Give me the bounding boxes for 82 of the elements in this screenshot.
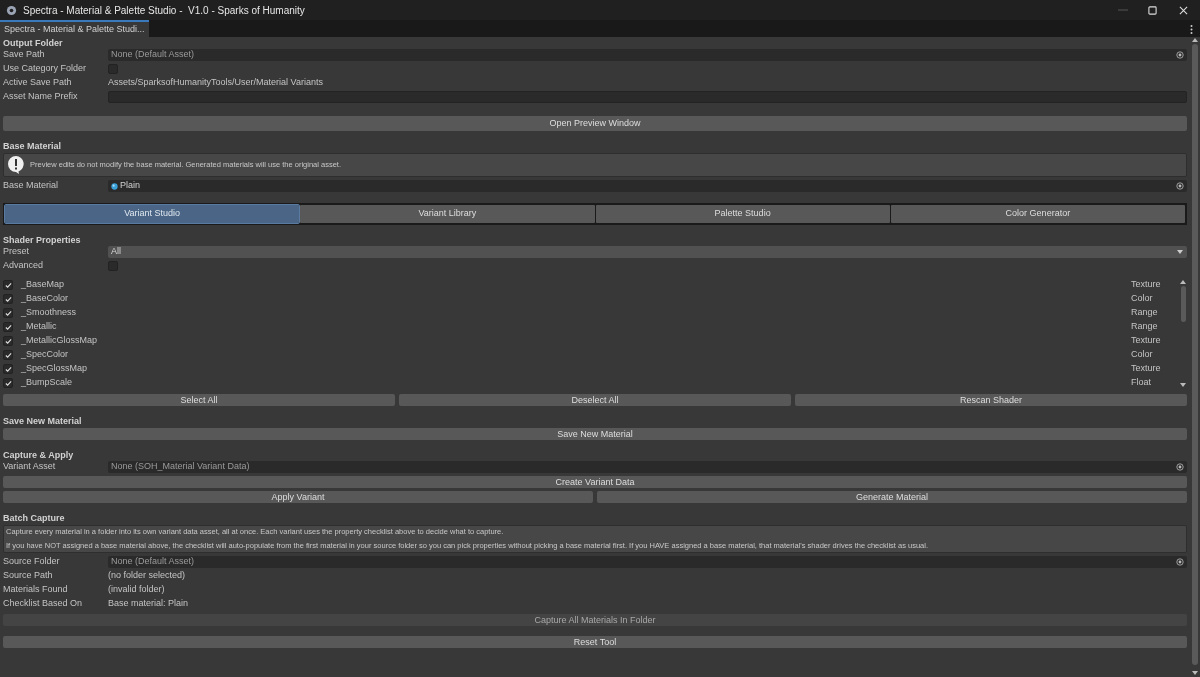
dropdown-arrow-icon (1177, 250, 1183, 254)
object-picker-icon[interactable] (1176, 558, 1184, 566)
property-type: Color (1131, 292, 1154, 306)
property-name: _BaseMap (21, 278, 66, 292)
property-name: _SpecColor (21, 348, 70, 362)
tab[interactable]: Variant Studio (5, 205, 300, 223)
checkbox[interactable] (3, 336, 13, 346)
field-label: Use Category Folder (3, 62, 88, 76)
close-icon[interactable] (1179, 5, 1188, 15)
checkbox[interactable] (3, 378, 13, 388)
checkbox[interactable] (3, 280, 13, 290)
property-type: Color (1131, 348, 1154, 362)
property-type: Texture (1131, 334, 1162, 348)
field-label: Base Material (3, 179, 60, 193)
button[interactable]: Deselect All (399, 394, 791, 406)
tab[interactable]: Variant Library (300, 205, 595, 223)
object-picker-icon[interactable] (1176, 51, 1184, 59)
field-label: Advanced (3, 259, 45, 273)
checkbox[interactable] (3, 294, 13, 304)
section-heading: Base Material (3, 141, 62, 151)
property-type: Texture (1131, 278, 1162, 292)
object-field[interactable]: None (SOH_Material Variant Data) (108, 461, 1187, 473)
button[interactable]: Select All (3, 394, 395, 406)
button[interactable]: Apply Variant (3, 491, 593, 503)
button[interactable]: Create Variant Data (3, 476, 1187, 488)
property-name: _Smoothness (21, 306, 78, 320)
scroll-down-icon[interactable] (1180, 383, 1186, 387)
window-title: Spectra - Material & Palette Studio - V1.0 - Sparks of Humanity (23, 3, 305, 18)
property-name: _BumpScale (21, 376, 74, 390)
section-heading: Batch Capture (3, 513, 65, 523)
field-value: (invalid folder) (108, 583, 165, 597)
checkbox[interactable] (3, 308, 13, 318)
section-heading: Output Folder (3, 38, 63, 48)
property-name: _Metallic (21, 320, 58, 334)
tab[interactable]: Palette Studio (595, 205, 890, 223)
property-name: _MetallicGlossMap (21, 334, 99, 348)
property-type: Range (1131, 320, 1159, 334)
scroll-up-icon[interactable] (1180, 280, 1186, 284)
app-icon (6, 4, 17, 16)
scroll-down-icon[interactable] (1192, 671, 1198, 675)
section-heading: Capture & Apply (3, 450, 74, 460)
more-menu-icon[interactable] (1190, 25, 1193, 34)
field-label: Save Path (3, 48, 46, 62)
field-label: Checklist Based On (3, 597, 84, 611)
checkbox[interactable] (3, 350, 13, 360)
field-label: Variant Asset (3, 460, 57, 474)
property-name: _SpecGlossMap (21, 362, 89, 376)
sphere-icon (111, 182, 118, 190)
object-field[interactable]: Plain (108, 180, 1187, 192)
checkbox[interactable] (3, 322, 13, 332)
property-type: Range (1131, 306, 1159, 320)
button[interactable]: Rescan Shader (795, 394, 1187, 406)
field-label: Preset (3, 245, 30, 259)
button[interactable]: Save New Material (3, 428, 1187, 440)
field-label: Asset Name Prefix (3, 90, 79, 104)
field-value: Base material: Plain (108, 597, 189, 611)
field-value: (no folder selected) (108, 569, 186, 583)
field-value: Assets/SparksofHumanityTools/User/Material Variants (108, 76, 323, 90)
object-picker-icon[interactable] (1176, 463, 1184, 471)
section-heading: Save New Material (3, 416, 82, 426)
button[interactable]: Reset Tool (3, 636, 1187, 648)
button[interactable]: Open Preview Window (3, 116, 1187, 131)
property-name: _BaseColor (21, 292, 70, 306)
property-type: Texture (1131, 362, 1162, 376)
scrollbar[interactable] (1190, 37, 1200, 677)
maximize-icon[interactable] (1148, 5, 1157, 15)
field-label: Source Path (3, 569, 54, 583)
object-field[interactable]: None (Default Asset) (108, 49, 1187, 61)
field-label: Source Folder (3, 555, 61, 569)
property-type: Float (1131, 376, 1152, 390)
scrollbar-thumb[interactable] (1192, 44, 1198, 665)
field-label: Active Save Path (3, 76, 73, 90)
window-tab[interactable]: Spectra - Material & Palette Studi... (0, 20, 149, 37)
dropdown[interactable]: All (108, 246, 1187, 258)
button[interactable]: Generate Material (597, 491, 1187, 503)
object-picker-icon[interactable] (1176, 182, 1184, 190)
section-heading: Shader Properties (3, 235, 81, 245)
checkbox[interactable] (3, 364, 13, 374)
object-field[interactable]: None (Default Asset) (108, 556, 1187, 568)
field-label: Materials Found (3, 583, 69, 597)
tab[interactable]: Color Generator (890, 205, 1185, 223)
scrollbar-thumb[interactable] (1180, 286, 1186, 322)
